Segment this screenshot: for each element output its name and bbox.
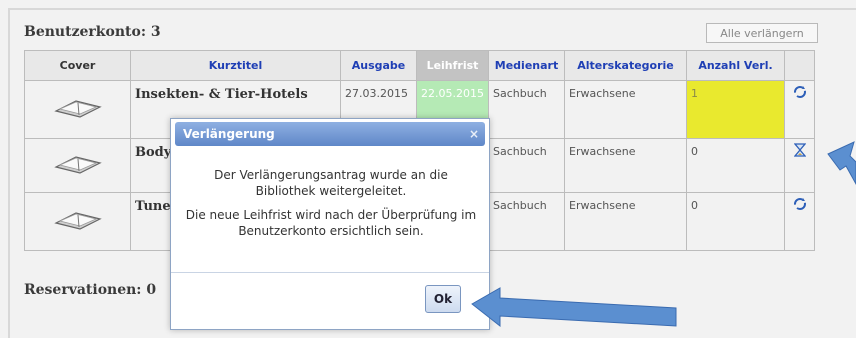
dialog-divider (171, 272, 489, 273)
renewal-count-cell: 1 (686, 80, 785, 139)
ok-button[interactable]: Ok (425, 285, 461, 313)
renew-icon[interactable] (793, 86, 807, 102)
panel-border-top (8, 8, 856, 10)
alterskategorie-cell: Erwachsene (564, 138, 687, 193)
close-icon[interactable]: × (469, 122, 479, 146)
hourglass-icon (793, 143, 806, 160)
dialog-message-review: Die neue Leihfrist wird nach der Überprü… (185, 208, 477, 238)
renewal-count-cell: 0 (686, 192, 785, 251)
alterskategorie-cell: Erwachsene (564, 192, 687, 251)
action-cell (784, 138, 815, 193)
action-cell (784, 80, 815, 139)
arrow-to-ok-annotation (471, 287, 677, 328)
column-header-alterskategorie[interactable]: Alterskategorie (564, 50, 687, 81)
alterskategorie-cell: Erwachsene (564, 80, 687, 139)
cover-cell (24, 192, 131, 251)
arrow-to-hourglass-annotation (827, 141, 856, 186)
column-header-kurztitel[interactable]: Kurztitel (130, 50, 341, 81)
column-header-leihfrist[interactable]: Leihfrist (416, 50, 489, 81)
book-icon (53, 153, 102, 178)
table-header-row: Cover Kurztitel Ausgabe Leihfrist Medien… (24, 50, 815, 81)
book-icon (53, 97, 102, 122)
column-header-ausgabe[interactable]: Ausgabe (340, 50, 417, 81)
column-header-action (784, 50, 815, 81)
column-header-medienart[interactable]: Medienart (488, 50, 565, 81)
dialog-message-forwarded: Der Verlängerungsantrag wurde an die Bib… (214, 168, 448, 198)
dialog-titlebar[interactable]: Verlängerung × (175, 122, 485, 146)
renewal-count-cell: 0 (686, 138, 785, 193)
reservations-title: Reservationen: 0 (24, 282, 157, 298)
medienart-cell: Sachbuch (488, 80, 565, 139)
dialog-title: Verlängerung (183, 127, 275, 141)
book-icon (53, 209, 102, 234)
column-header-anzahl-verl[interactable]: Anzahl Verl. (686, 50, 785, 81)
cover-cell (24, 138, 131, 193)
medienart-cell: Sachbuch (488, 192, 565, 251)
cover-cell (24, 80, 131, 139)
renewal-dialog: Verlängerung × Der Verlängerungsantrag w… (170, 118, 490, 330)
medienart-cell: Sachbuch (488, 138, 565, 193)
panel-border-left (8, 8, 10, 338)
action-cell (784, 192, 815, 251)
column-header-cover: Cover (24, 50, 131, 81)
renew-icon[interactable] (793, 198, 807, 214)
renew-all-button[interactable]: Alle verlängern (706, 23, 818, 43)
account-title: Benutzerkonto: 3 (24, 24, 161, 40)
